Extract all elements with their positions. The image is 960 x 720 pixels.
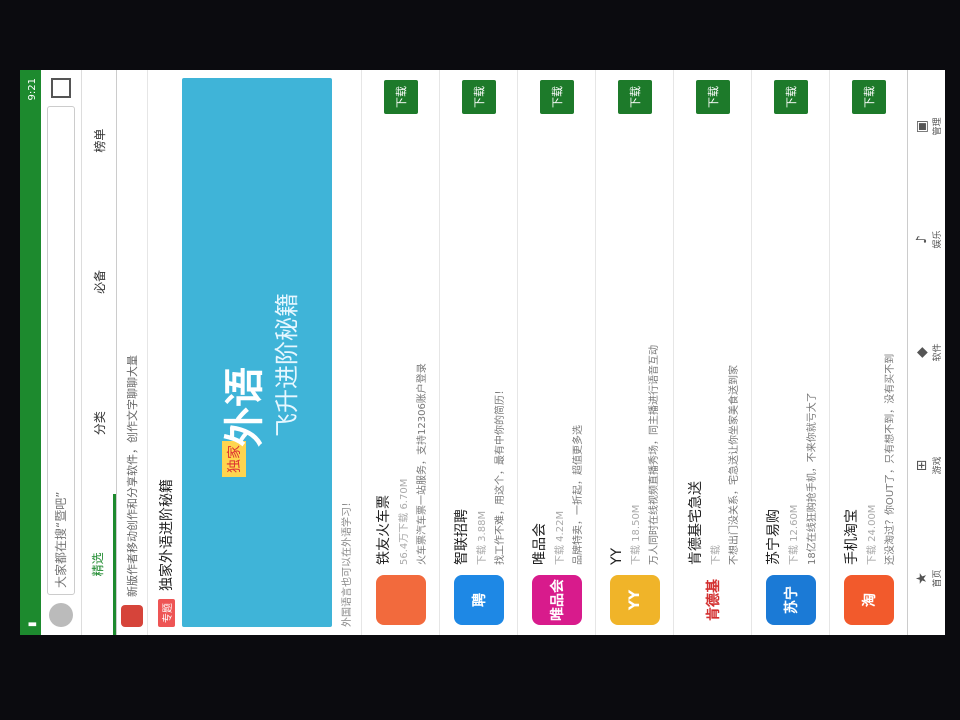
download-button[interactable]: 下载	[617, 80, 652, 114]
search-bar	[41, 70, 82, 635]
app-name: 唯品会	[532, 523, 548, 565]
app-row[interactable]: 铁友火车票 56.4万下载 6.70M 火车票汽车票一站服务，支持12306账户登录…	[362, 70, 440, 635]
qr-code-icon[interactable]	[51, 78, 71, 98]
download-button[interactable]: 下载	[461, 80, 496, 114]
nav-games[interactable]: ⊞ 游戏	[908, 409, 945, 522]
avatar[interactable]	[49, 603, 73, 627]
app-icon: 聘	[453, 575, 504, 625]
app-meta: 下载 3.88M	[477, 510, 488, 565]
app-meta: 56.4万下载 6.70M	[399, 478, 410, 565]
status-time: 9:21	[26, 78, 38, 101]
app-icon: 淘	[843, 575, 894, 625]
tab-featured[interactable]: 精选	[82, 493, 116, 635]
app-description: 18亿在线狂购抢手机，不来你就亏大了	[807, 392, 818, 565]
app-name: 手机淘宝	[844, 509, 860, 565]
download-button[interactable]: 下载	[851, 80, 886, 114]
app-meta: 下载 24.00M	[867, 504, 878, 565]
app-list: 铁友火车票 56.4万下载 6.70M 火车票汽车票一站服务，支持12306账户登录…	[362, 70, 945, 635]
tab-bar: 精选 分类 必备 榜单	[82, 70, 117, 635]
topic-badge: 专题	[157, 599, 175, 627]
banner-main-text: 外语	[222, 367, 268, 447]
star-icon: ★	[913, 572, 930, 585]
app-icon: YY	[609, 575, 660, 625]
bottom-nav: ★ 首页 ⊞ 游戏 ◆ 软件 ♪ 娱乐 ▣ 管理	[907, 70, 945, 635]
notice-bar[interactable]: 新版作者移动创作和分享软件，创作文字聊聊大量	[117, 70, 148, 635]
notice-text: 新版作者移动创作和分享软件，创作文字聊聊大量	[126, 355, 139, 597]
app-name: 铁友火车票	[376, 495, 392, 565]
app-info: YY 下载 18.50M 万人同时在线视频直播秀场，同主播进行语音互动	[609, 124, 660, 565]
app-row[interactable]: 聘 智联招聘 下载 3.88M 找工作不难，用这个，最有中你的简历！ 下载	[440, 70, 518, 635]
nav-entertainment[interactable]: ♪ 娱乐	[908, 183, 945, 296]
app-description: 还没淘过？你OUT了，只有想不到，没有买不到	[885, 353, 896, 565]
download-button[interactable]: 下载	[383, 80, 418, 114]
nav-software[interactable]: ◆ 软件	[908, 296, 945, 409]
app-row[interactable]: 淘 手机淘宝 下载 24.00M 还没淘过？你OUT了，只有想不到，没有买不到 下载	[830, 70, 908, 635]
app-icon	[375, 575, 426, 625]
game-icon: ⊞	[913, 459, 930, 472]
app-description: 找工作不难，用这个，最有中你的简历！	[495, 385, 506, 565]
nav-manage[interactable]: ▣ 管理	[908, 70, 945, 183]
status-bar: ▮ 9:21	[23, 70, 41, 635]
app-meta: 下载 4.22M	[555, 510, 566, 565]
app-description: 火车票汽车票一站服务，支持12306账户登录	[417, 363, 428, 565]
app-icon: 肯德基	[687, 575, 738, 625]
app-store-screen: ▮ 9:21 精选 分类 必备 榜单 新版作者移动创作和分享软件，创作文字聊聊大…	[23, 70, 945, 635]
banner-sub-text: 飞升进阶秘籍	[273, 293, 301, 437]
tab-categories[interactable]: 分类	[82, 353, 116, 494]
topic-banner[interactable]: 独家 外语 飞升进阶秘籍	[182, 78, 332, 627]
app-meta: 下载	[711, 545, 722, 565]
app-row[interactable]: 唯品会 唯品会 下载 4.22M 品牌特卖，一折起，超值更多选 下载	[518, 70, 596, 635]
music-icon: ♪	[913, 235, 930, 244]
manage-icon: ▣	[913, 119, 930, 134]
topic-title: 独家外语进阶秘籍	[159, 479, 175, 591]
download-button[interactable]: 下载	[695, 80, 730, 114]
notice-app-icon	[121, 605, 143, 627]
app-info: 铁友火车票 56.4万下载 6.70M 火车票汽车票一站服务，支持12306账户登录	[373, 124, 428, 565]
app-meta: 下载 12.60M	[789, 504, 800, 565]
featured-topic[interactable]: 专题 独家外语进阶秘籍 独家 外语 飞升进阶秘籍 外国语言也可以在外语学习！	[148, 70, 362, 635]
app-row[interactable]: 苏宁 苏宁易购 下载 12.60M 18亿在线狂购抢手机，不来你就亏大了 下载	[752, 70, 830, 635]
tab-essentials[interactable]: 必备	[82, 211, 116, 352]
app-name: YY	[609, 547, 625, 565]
search-input[interactable]	[47, 106, 75, 595]
app-icon: 苏宁	[765, 575, 816, 625]
app-description: 品牌特卖，一折起，超值更多选	[573, 425, 584, 565]
tablet-screen: ▮ 9:21 精选 分类 必备 榜单 新版作者移动创作和分享软件，创作文字聊聊大…	[20, 70, 945, 635]
software-icon: ◆	[913, 347, 930, 358]
app-name: 肯德基宅急送	[688, 481, 704, 565]
app-info: 唯品会 下载 4.22M 品牌特卖，一折起，超值更多选	[529, 124, 584, 565]
tab-rankings[interactable]: 榜单	[82, 70, 116, 211]
nav-home[interactable]: ★ 首页	[908, 522, 945, 635]
topic-footer: 外国语言也可以在外语学习！	[342, 497, 353, 627]
app-row[interactable]: 肯德基 肯德基宅急送 下载 不想出门没关系，宅急送让你坐家美食送到家 下载	[674, 70, 752, 635]
app-description: 万人同时在线视频直播秀场，同主播进行语音互动	[649, 345, 660, 565]
app-name: 苏宁易购	[766, 509, 782, 565]
app-info: 智联招聘 下载 3.88M 找工作不难，用这个，最有中你的简历！	[451, 124, 506, 565]
app-info: 苏宁易购 下载 12.60M 18亿在线狂购抢手机，不来你就亏大了	[763, 124, 818, 565]
app-name: 智联招聘	[454, 509, 470, 565]
app-meta: 下载 18.50M	[631, 504, 642, 565]
download-button[interactable]: 下载	[773, 80, 808, 114]
app-icon: 唯品会	[531, 575, 582, 625]
app-description: 不想出门没关系，宅急送让你坐家美食送到家	[729, 365, 740, 565]
download-button[interactable]: 下载	[539, 80, 574, 114]
app-info: 肯德基宅急送 下载 不想出门没关系，宅急送让你坐家美食送到家	[685, 124, 740, 565]
app-row[interactable]: YY YY 下载 18.50M 万人同时在线视频直播秀场，同主播进行语音互动 下载	[596, 70, 674, 635]
battery-icon: ▮	[26, 621, 38, 627]
app-info: 手机淘宝 下载 24.00M 还没淘过？你OUT了，只有想不到，没有买不到	[841, 124, 896, 565]
